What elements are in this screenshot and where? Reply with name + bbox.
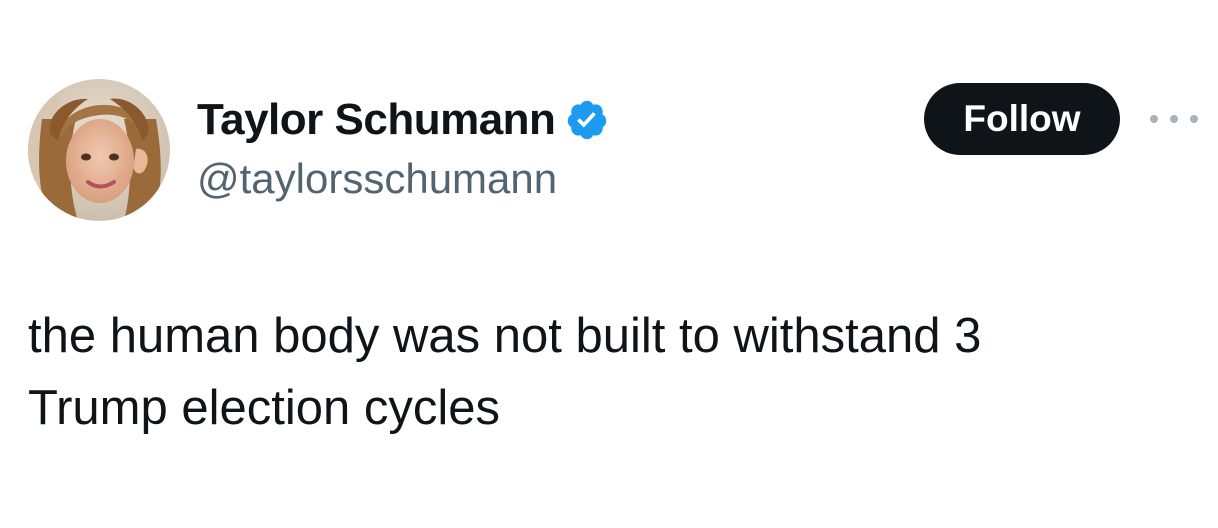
author-name-row: Taylor Schumann [197, 93, 609, 147]
author-handle[interactable]: @taylorsschumann [197, 152, 557, 206]
more-dot [1190, 115, 1198, 123]
more-dot [1150, 115, 1158, 123]
verified-badge-icon[interactable] [565, 98, 609, 142]
avatar[interactable] [28, 79, 170, 221]
tweet-text: the human body was not built to withstan… [28, 309, 982, 435]
display-name[interactable]: Taylor Schumann [197, 93, 556, 147]
more-dot [1170, 115, 1178, 123]
follow-button[interactable]: Follow [924, 83, 1120, 155]
avatar-photo [28, 79, 170, 221]
more-options-icon[interactable] [1150, 104, 1198, 134]
